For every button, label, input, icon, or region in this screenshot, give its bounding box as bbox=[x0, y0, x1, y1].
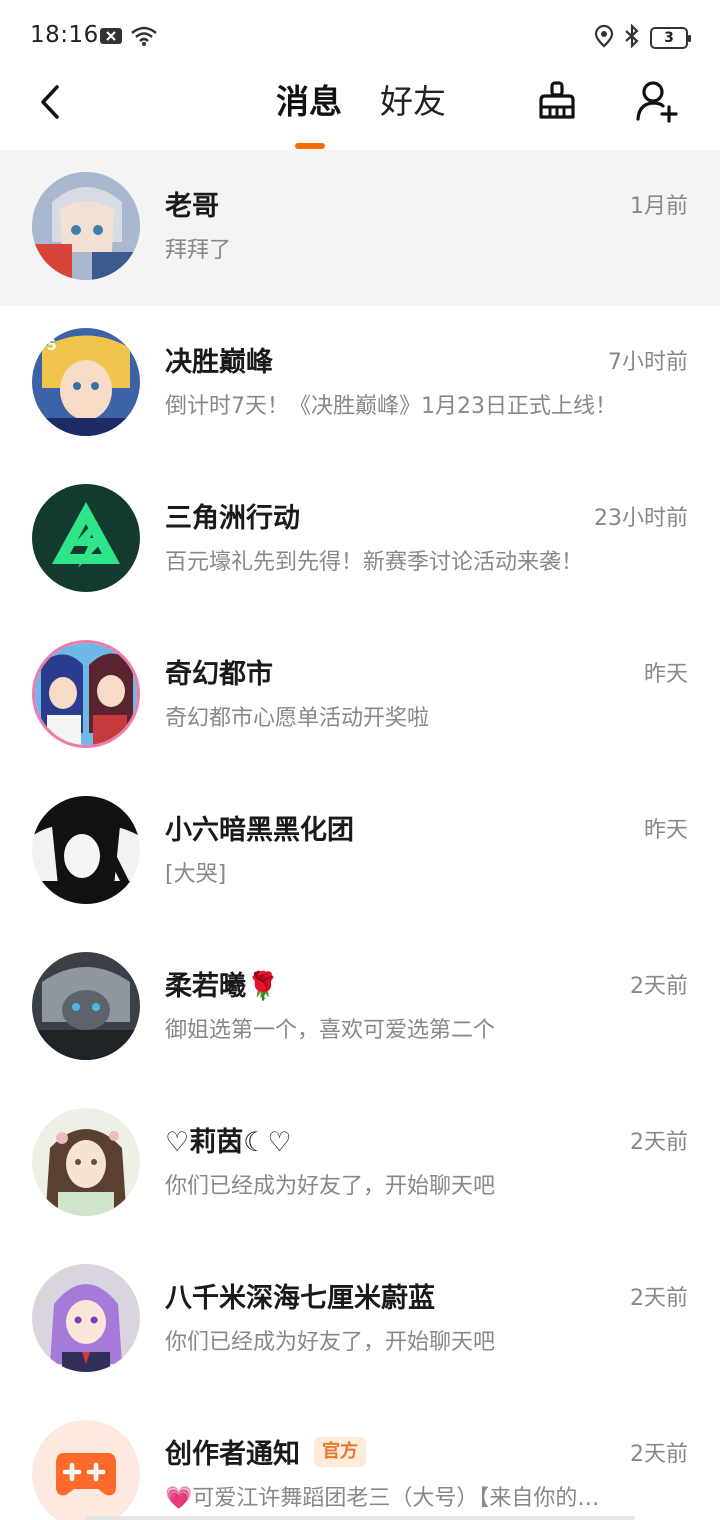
conversation-item[interactable]: 老哥 1月前 拜拜了 bbox=[0, 150, 720, 306]
conversation-name: 老哥 bbox=[165, 191, 219, 222]
conversation-name: 三角洲行动 bbox=[165, 503, 300, 534]
conversation-item[interactable]: ♡莉茵☾♡ 2天前 你们已经成为好友了，开始聊天吧 bbox=[0, 1086, 720, 1242]
conversation-preview: 奇幻都市心愿单活动开奖啦 bbox=[165, 706, 430, 731]
conversation-time: 2天前 bbox=[630, 1286, 688, 1311]
bluetooth-icon bbox=[624, 23, 640, 52]
conversation-time: 7小时前 bbox=[608, 350, 688, 375]
conversation-item[interactable]: 创作者通知 官方 2天前 💗可爱江许舞蹈团老三（大号）【来自你的… bbox=[0, 1398, 720, 1520]
conversation-preview: 你们已经成为好友了，开始聊天吧 bbox=[165, 1330, 496, 1355]
conversation-name: 小六暗黑黑化团 bbox=[165, 815, 354, 846]
conversation-name: ♡莉茵☾♡ bbox=[165, 1127, 292, 1158]
conversation-time: 23小时前 bbox=[594, 506, 688, 531]
conversation-time: 2天前 bbox=[630, 1442, 688, 1467]
conversation-name: 创作者通知 官方 bbox=[165, 1432, 366, 1471]
avatar bbox=[32, 640, 140, 748]
avatar bbox=[32, 952, 140, 1060]
nav-bar: 消息 好友 bbox=[0, 72, 720, 150]
tab-friends[interactable]: 好友 bbox=[380, 80, 446, 124]
avatar bbox=[32, 1264, 140, 1372]
conversation-time: 昨天 bbox=[643, 818, 688, 843]
conversation-time: 2天前 bbox=[630, 1130, 688, 1155]
back-button[interactable] bbox=[28, 80, 72, 124]
battery-icon: 3 bbox=[650, 27, 691, 49]
conversation-name: 决胜巅峰 bbox=[165, 347, 273, 378]
add-user-icon bbox=[636, 81, 678, 123]
conversation-item[interactable]: 三角洲行动 23小时前 百元壕礼先到先得！新赛季讨论活动来袭！ bbox=[0, 462, 720, 618]
tab-indicator bbox=[295, 143, 325, 149]
avatar bbox=[32, 796, 140, 904]
conversation-item[interactable]: 八千米深海七厘米蔚蓝 2天前 你们已经成为好友了，开始聊天吧 bbox=[0, 1242, 720, 1398]
avatar bbox=[32, 484, 140, 592]
status-bar: 18:16 3 bbox=[0, 0, 720, 72]
conversation-preview: 你们已经成为好友了，开始聊天吧 bbox=[165, 1174, 496, 1199]
wifi-icon bbox=[130, 25, 158, 51]
gamepad-plus-icon bbox=[56, 1453, 116, 1496]
conversation-item[interactable]: 奇幻都市 昨天 奇幻都市心愿单活动开奖啦 bbox=[0, 618, 720, 774]
location-icon bbox=[594, 24, 614, 52]
avatar: V5 bbox=[32, 328, 140, 436]
conversation-list: 老哥 1月前 拜拜了 V5 决胜巅峰 7小时前 倒计时7天！《决胜巅峰》1月23… bbox=[0, 150, 720, 1520]
avatar bbox=[32, 1420, 140, 1520]
add-friend-button[interactable] bbox=[632, 76, 682, 126]
avatar bbox=[32, 172, 140, 280]
conversation-preview: 百元壕礼先到先得！新赛季讨论活动来袭！ bbox=[165, 550, 584, 575]
conversation-preview: 倒计时7天！《决胜巅峰》1月23日正式上线！ bbox=[165, 394, 617, 419]
status-time: 18:16 bbox=[30, 22, 99, 48]
conversation-preview: 御姐选第一个，喜欢可爱选第二个 bbox=[165, 1018, 496, 1043]
official-badge: 官方 bbox=[314, 1436, 366, 1467]
svg-text:V5: V5 bbox=[36, 338, 57, 354]
conversation-time: 昨天 bbox=[643, 662, 688, 687]
broom-icon bbox=[539, 81, 575, 119]
conversation-preview: [大哭] bbox=[165, 862, 227, 887]
conversation-name: 柔若曦🌹 bbox=[165, 971, 280, 1002]
clear-unread-button[interactable] bbox=[532, 76, 582, 126]
conversation-name: 奇幻都市 bbox=[165, 659, 273, 690]
chevron-left-icon bbox=[41, 85, 59, 119]
conversation-item[interactable]: V5 决胜巅峰 7小时前 倒计时7天！《决胜巅峰》1月23日正式上线！ bbox=[0, 306, 720, 462]
conversation-name: 八千米深海七厘米蔚蓝 bbox=[165, 1283, 435, 1314]
avatar bbox=[32, 1108, 140, 1216]
conversation-time: 1月前 bbox=[630, 194, 688, 219]
scroll-hint bbox=[85, 1516, 635, 1520]
conversation-preview: 拜拜了 bbox=[165, 238, 232, 263]
conversation-item[interactable]: 小六暗黑黑化团 昨天 [大哭] bbox=[0, 774, 720, 930]
conversation-time: 2天前 bbox=[630, 974, 688, 999]
conversation-item[interactable]: 柔若曦🌹 2天前 御姐选第一个，喜欢可爱选第二个 bbox=[0, 930, 720, 1086]
x-notification-icon bbox=[100, 27, 122, 49]
tab-messages[interactable]: 消息 bbox=[276, 80, 342, 124]
conversation-preview: 💗可爱江许舞蹈团老三（大号）【来自你的… bbox=[165, 1486, 600, 1511]
